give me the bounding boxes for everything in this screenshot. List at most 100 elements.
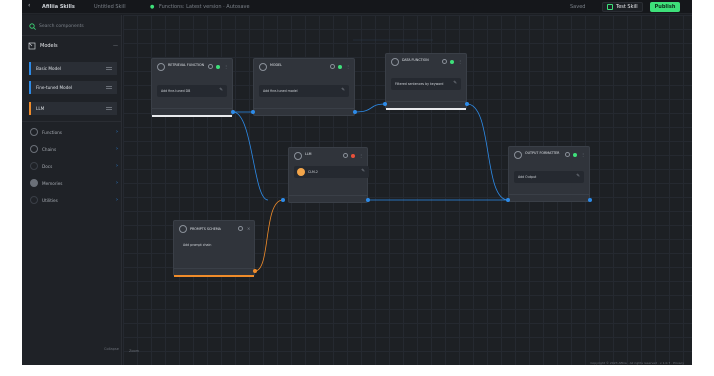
node-field-text: Add fine-tuned DB (161, 89, 191, 93)
input-port[interactable] (281, 198, 285, 202)
drag-handle-icon[interactable] (106, 107, 112, 108)
settings-icon[interactable] (442, 59, 447, 64)
model-item-llm[interactable]: LLM (29, 102, 117, 115)
output-port[interactable] (366, 198, 370, 202)
status-dot-icon (216, 65, 220, 69)
settings-icon[interactable] (343, 153, 348, 158)
output-port[interactable] (353, 110, 357, 114)
node-retrieval-function[interactable]: RETRIEVAL FUNCTION ⋮ Add fine-tuned DB ✎ (151, 58, 233, 117)
settings-icon[interactable] (330, 64, 335, 69)
model-item-basic[interactable]: Basic Model (29, 62, 117, 75)
category-label: Chains (42, 146, 57, 152)
more-icon[interactable]: ⋮ (458, 59, 462, 64)
node-model[interactable]: MODEL ⋮ Add fine-tuned model ✎ (253, 58, 355, 116)
more-icon[interactable]: ⋮ (581, 152, 585, 157)
llm-model-pill[interactable]: CLM-2 ✎ (294, 166, 369, 178)
prompt-icon (179, 225, 187, 233)
canvas-footer-text: Copyright © 2023 Afiliia · All rights re… (590, 361, 684, 365)
model-item-fine-tuned[interactable]: Fine-tuned Model (29, 81, 117, 94)
category-docs[interactable]: Docs › (30, 161, 118, 171)
zoom-label[interactable]: Zoom (129, 349, 139, 353)
search-input[interactable]: Search components (39, 24, 84, 29)
input-port[interactable] (383, 102, 387, 106)
input-port[interactable] (506, 198, 510, 202)
node-data-function[interactable]: DATA FUNCTION ⋮ Filtered sentences by ke… (385, 53, 467, 110)
chevron-right-icon: › (116, 197, 118, 203)
drag-handle-icon[interactable] (106, 67, 112, 68)
settings-icon[interactable] (238, 226, 243, 231)
node-footer (509, 194, 589, 201)
cube-icon (294, 152, 302, 160)
sidebar: Search components Models — Basic Model F… (22, 15, 122, 365)
edit-icon[interactable]: ✎ (341, 85, 345, 97)
node-underline (152, 115, 232, 117)
output-port[interactable] (465, 102, 469, 106)
model-item-label: LLM (36, 106, 45, 111)
models-section-header[interactable]: Models — (28, 41, 118, 51)
search-box[interactable]: Search components (26, 21, 118, 31)
back-icon[interactable]: ‹ (28, 2, 30, 10)
node-footer (289, 195, 367, 202)
test-skill-button[interactable]: Test Skill (602, 2, 643, 12)
output-port[interactable] (588, 198, 592, 202)
close-icon[interactable]: × (247, 226, 250, 231)
more-icon[interactable]: ⋮ (346, 64, 350, 69)
node-field[interactable]: Add Output ✎ (514, 171, 584, 183)
output-icon (514, 151, 522, 159)
input-port[interactable] (251, 110, 255, 114)
more-icon[interactable]: ⋮ (359, 153, 363, 158)
node-footer (174, 268, 254, 275)
chevron-up-icon[interactable]: — (113, 43, 118, 49)
node-field[interactable]: Filtered sentences by keyword ✎ (391, 78, 461, 90)
edit-icon[interactable]: ✎ (219, 85, 223, 97)
model-avatar (297, 168, 305, 176)
node-llm[interactable]: LLM ⋮ CLM-2 ✎ (288, 147, 369, 203)
more-icon[interactable]: ⋮ (224, 64, 228, 69)
edit-icon[interactable]: ✎ (576, 171, 580, 183)
node-footer (254, 108, 354, 115)
status-dot-icon: ● (150, 4, 155, 10)
saved-label: Saved (570, 4, 586, 10)
drag-handle-icon[interactable] (106, 86, 112, 87)
cube-icon (28, 42, 36, 50)
node-field[interactable]: Add fine-tuned DB ✎ (157, 85, 227, 97)
node-prompts-schema[interactable]: PROMPTS SCHEMA × Add prompt chain (173, 220, 255, 277)
category-label: Memories (42, 180, 63, 186)
app-window: ‹ Afiliia Skills Untitled Skill ● Functi… (22, 0, 692, 365)
docs-icon (30, 162, 38, 170)
node-footer (152, 108, 232, 115)
node-output-formatter[interactable]: OUTPUT FORMATTER ⋮ Add Output ✎ (508, 146, 590, 202)
llm-model-name: CLM-2 (308, 170, 318, 174)
flow-canvas[interactable]: RETRIEVAL FUNCTION ⋮ Add fine-tuned DB ✎… (123, 15, 692, 365)
node-field[interactable]: Add prompt chain (179, 239, 249, 251)
models-header-label: Models (40, 43, 58, 49)
category-chains[interactable]: Chains › (30, 144, 118, 154)
node-field-text: Filtered sentences by keyword (395, 82, 444, 86)
edge-data-output (466, 103, 509, 201)
category-memories[interactable]: Memories › (30, 178, 118, 188)
chevron-right-icon: › (116, 129, 118, 135)
collapse-sidebar-button[interactable]: Collapse (104, 347, 119, 351)
node-underline (386, 108, 466, 110)
category-utilities[interactable]: Utilities › (30, 195, 118, 205)
status-dot-icon (573, 153, 577, 157)
publish-button[interactable]: Publish (650, 2, 680, 12)
search-icon (29, 22, 36, 30)
settings-icon[interactable] (208, 64, 213, 69)
output-port[interactable] (253, 269, 257, 273)
divider (22, 121, 122, 122)
divider (22, 35, 122, 36)
edit-icon[interactable]: ✎ (453, 78, 457, 90)
functions-icon (30, 128, 38, 136)
workspace-name[interactable]: Untitled Skill (94, 3, 126, 11)
output-port[interactable] (231, 110, 235, 114)
retrieval-icon (157, 63, 165, 71)
category-functions[interactable]: Functions › (30, 127, 118, 137)
node-field-text: Add prompt chain (183, 243, 212, 247)
settings-icon[interactable] (565, 152, 570, 157)
model-item-label: Basic Model (36, 66, 61, 71)
chains-icon (30, 145, 38, 153)
edit-icon[interactable]: ✎ (361, 166, 365, 178)
node-field[interactable]: Add fine-tuned model ✎ (259, 85, 349, 97)
chevron-right-icon: › (116, 163, 118, 169)
